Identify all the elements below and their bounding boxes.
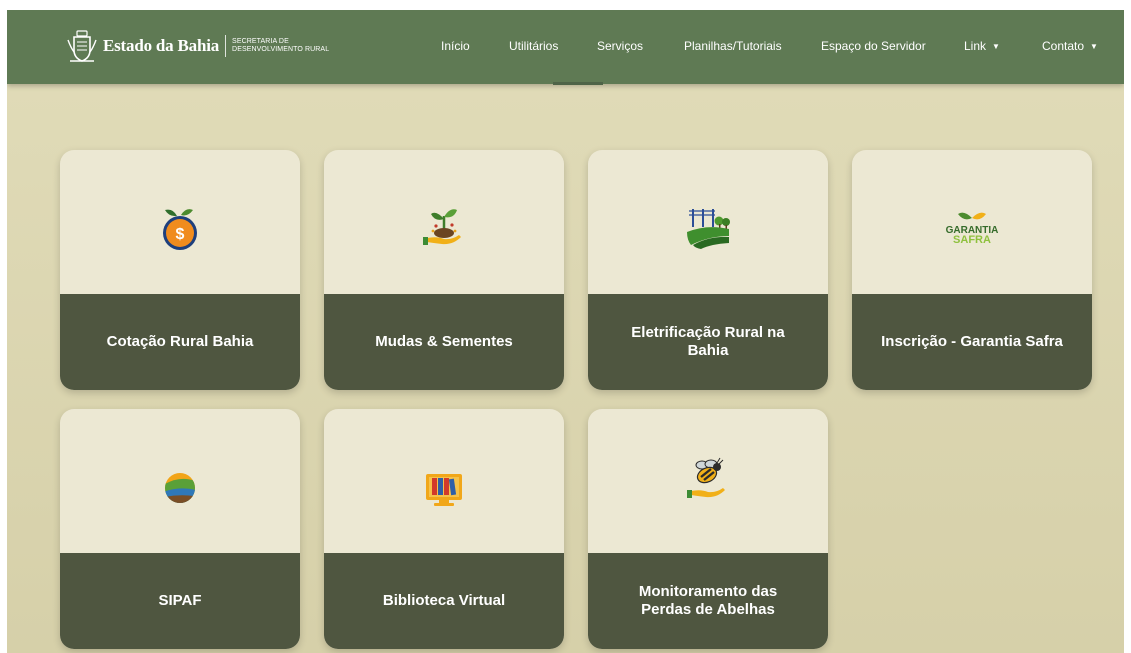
card-biblioteca-virtual[interactable]: Biblioteca Virtual: [324, 409, 564, 649]
nav-contato-label: Contato: [1042, 39, 1085, 53]
brand-divider: [225, 35, 227, 57]
caret-down-icon: ▼: [1090, 42, 1098, 51]
card-image-area: $: [60, 150, 300, 294]
nav-inicio[interactable]: Início: [441, 38, 470, 54]
brand-logo[interactable]: Estado da Bahia SECRETARIA DE DESENVOLVI…: [65, 26, 329, 66]
active-tab-indicator: [553, 82, 603, 85]
nav-link-dropdown[interactable]: Link ▼: [964, 38, 1000, 55]
money-bag-leaf-icon: $: [163, 209, 197, 250]
card-title: SIPAF: [158, 592, 202, 609]
card-label: Eletrificação Rural na Bahia: [588, 294, 828, 390]
card-label: Monitoramento das Perdas de Abelhas: [588, 553, 828, 649]
bahia-coat-of-arms-icon: [67, 30, 97, 62]
card-label: Mudas & Sementes: [324, 294, 564, 390]
card-monitoramento-abelhas[interactable]: Monitoramento das Perdas de Abelhas: [588, 409, 828, 649]
card-image-area: [588, 409, 828, 553]
brand-subtitle-line-1: SECRETARIA DE: [232, 38, 289, 45]
brand-title: Estado da Bahia: [103, 36, 220, 55]
brand-subtitle: SECRETARIA DE DESENVOLVIMENTO RURAL: [232, 38, 329, 54]
card-image-area: [588, 150, 828, 294]
page: Estado da Bahia SECRETARIA DE DESENVOLVI…: [7, 10, 1124, 653]
garantia-safra-logo: GARANTIA SAFRA: [946, 212, 998, 246]
top-navbar: Estado da Bahia SECRETARIA DE DESENVOLVI…: [7, 10, 1124, 84]
card-label: Cotação Rural Bahia: [60, 294, 300, 390]
card-label: Biblioteca Virtual: [324, 553, 564, 649]
brand-subtitle-line-2: DESENVOLVIMENTO RURAL: [232, 46, 330, 53]
safra-logo-text: SAFRA: [953, 234, 991, 246]
card-image-area: [324, 150, 564, 294]
nav-link-label: Link: [964, 39, 987, 53]
caret-down-icon: ▼: [992, 42, 1000, 51]
bee-hand-icon: [687, 457, 725, 498]
nav-planilhas-tutoriais[interactable]: Planilhas/Tutoriais: [684, 38, 782, 54]
power-lines-field-icon: [687, 209, 730, 249]
card-sipaf[interactable]: SIPAF: [60, 409, 300, 649]
card-title: Monitoramento das Perdas de Abelhas: [638, 583, 778, 618]
card-title: Mudas & Sementes: [375, 333, 513, 350]
card-image-area: [60, 409, 300, 553]
library-monitor-icon: [426, 474, 462, 506]
card-title: Cotação Rural Bahia: [106, 333, 254, 350]
card-mudas-sementes[interactable]: Mudas & Sementes: [324, 150, 564, 390]
card-title: Inscrição - Garantia Safra: [881, 333, 1063, 350]
nav-servicos[interactable]: Serviços: [597, 38, 643, 54]
card-garantia-safra[interactable]: GARANTIA SAFRA Inscrição - Garantia Safr…: [852, 150, 1092, 390]
card-label: SIPAF: [60, 553, 300, 649]
card-title: Biblioteca Virtual: [382, 592, 506, 609]
sipaf-landscape-icon: [165, 473, 195, 503]
nav-contato-dropdown[interactable]: Contato ▼: [1042, 38, 1098, 55]
card-cotacao-rural-bahia[interactable]: $ Cotação Rural Bahia: [60, 150, 300, 390]
svg-text:$: $: [176, 226, 185, 243]
nav-espaco-do-servidor[interactable]: Espaço do Servidor: [821, 38, 926, 54]
card-title: Eletrificação Rural na Bahia: [631, 324, 785, 359]
seedling-hand-icon: [423, 209, 461, 245]
card-image-area: [324, 409, 564, 553]
nav-utilitarios[interactable]: Utilitários: [509, 38, 558, 54]
card-eletrificacao-rural[interactable]: Eletrificação Rural na Bahia: [588, 150, 828, 390]
card-image-area: GARANTIA SAFRA: [852, 150, 1092, 294]
card-label: Inscrição - Garantia Safra: [852, 294, 1092, 390]
